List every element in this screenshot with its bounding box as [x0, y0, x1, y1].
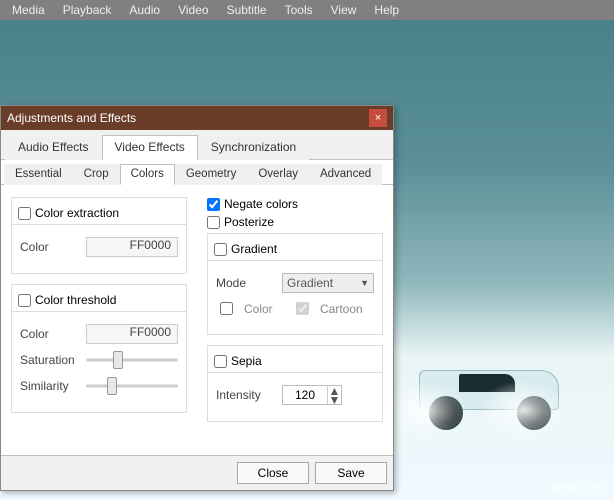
dialog-footer: Close Save	[1, 455, 393, 490]
menu-view[interactable]: View	[323, 1, 365, 19]
posterize-checkbox[interactable]	[207, 216, 220, 229]
video-content-car	[389, 370, 579, 440]
color-extraction-color-label: Color	[20, 240, 78, 254]
sepia-intensity-label: Intensity	[216, 388, 274, 402]
menu-playback[interactable]: Playback	[55, 1, 120, 19]
subtab-advanced[interactable]: Advanced	[309, 164, 382, 185]
color-threshold-label: Color threshold	[35, 293, 116, 307]
color-threshold-checkbox[interactable]	[18, 294, 31, 307]
gradient-checkbox[interactable]	[214, 243, 227, 256]
gradient-mode-value: Gradient	[287, 276, 333, 290]
saturation-label: Saturation	[20, 353, 78, 367]
video-effects-subtabs: Essential Crop Colors Geometry Overlay A…	[1, 160, 393, 185]
menu-help[interactable]: Help	[366, 1, 407, 19]
gradient-cartoon-label: Cartoon	[320, 302, 363, 316]
menu-video[interactable]: Video	[170, 1, 216, 19]
color-threshold-color-label: Color	[20, 327, 78, 341]
subtab-overlay[interactable]: Overlay	[247, 164, 309, 185]
similarity-slider[interactable]	[86, 376, 178, 396]
gradient-cartoon-checkbox[interactable]	[296, 302, 309, 315]
sepia-checkbox[interactable]	[214, 355, 227, 368]
tab-synchronization[interactable]: Synchronization	[198, 135, 309, 160]
menu-media[interactable]: Media	[4, 1, 53, 19]
subtab-geometry[interactable]: Geometry	[175, 164, 248, 185]
sepia-intensity-value: 120	[283, 388, 327, 402]
sepia-intensity-spinner[interactable]: 120 ▲ ▼	[282, 385, 342, 405]
gradient-color-checkbox[interactable]	[220, 302, 233, 315]
main-menu-bar: Media Playback Audio Video Subtitle Tool…	[0, 0, 614, 20]
subtab-crop[interactable]: Crop	[73, 164, 120, 185]
colors-right-column: Negate colors Posterize Gradient Mode	[197, 185, 393, 455]
similarity-label: Similarity	[20, 379, 78, 393]
spinner-down-icon[interactable]: ▼	[327, 395, 341, 404]
tab-video-effects[interactable]: Video Effects	[102, 135, 198, 160]
saturation-slider[interactable]	[86, 350, 178, 370]
color-extraction-color-input[interactable]: FF0000	[86, 237, 178, 257]
tab-audio-effects[interactable]: Audio Effects	[5, 135, 102, 160]
color-extraction-label: Color extraction	[35, 206, 119, 220]
dialog-titlebar[interactable]: Adjustments and Effects ×	[1, 106, 393, 130]
close-button[interactable]: Close	[237, 462, 309, 484]
color-threshold-color-input[interactable]: FF0000	[86, 324, 178, 344]
watermark-text: wsxdn.com	[551, 482, 606, 494]
posterize-label: Posterize	[224, 215, 274, 229]
gradient-label: Gradient	[231, 242, 277, 256]
close-icon[interactable]: ×	[369, 109, 387, 127]
gradient-mode-select[interactable]: Gradient ▼	[282, 273, 374, 293]
color-extraction-checkbox[interactable]	[18, 207, 31, 220]
colors-left-column: Color extraction Color FF0000 Color thre…	[1, 185, 197, 455]
menu-subtitle[interactable]: Subtitle	[219, 1, 275, 19]
subtab-colors[interactable]: Colors	[120, 164, 175, 185]
sepia-label: Sepia	[231, 354, 262, 368]
gradient-color-label: Color	[244, 302, 284, 316]
menu-tools[interactable]: Tools	[277, 1, 321, 19]
dialog-title: Adjustments and Effects	[7, 111, 136, 125]
negate-colors-label: Negate colors	[224, 197, 298, 211]
subtab-essential[interactable]: Essential	[4, 164, 73, 185]
dialog-tabstrip: Audio Effects Video Effects Synchronizat…	[1, 130, 393, 160]
gradient-mode-label: Mode	[216, 276, 274, 290]
save-button[interactable]: Save	[315, 462, 387, 484]
negate-colors-checkbox[interactable]	[207, 198, 220, 211]
menu-audio[interactable]: Audio	[121, 1, 168, 19]
chevron-down-icon: ▼	[360, 278, 369, 288]
adjustments-effects-dialog: Adjustments and Effects × Audio Effects …	[0, 105, 394, 491]
